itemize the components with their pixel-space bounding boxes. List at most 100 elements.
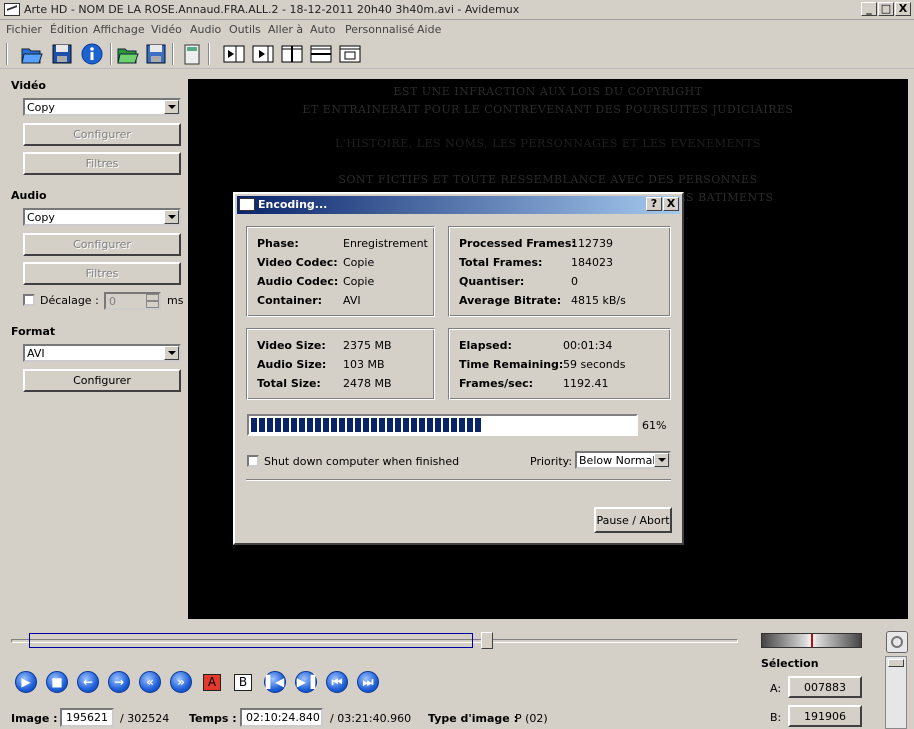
audio-filters-button[interactable]: Filtres (23, 262, 181, 285)
goto-marker-b-button[interactable]: ▶▐ (295, 671, 317, 693)
info-icon[interactable] (80, 42, 104, 66)
spin-down-icon[interactable] (146, 301, 159, 308)
menu-aide[interactable]: Aide (417, 23, 441, 36)
double-right-icon: » (177, 675, 185, 689)
spin-up-icon[interactable] (146, 294, 159, 301)
help-button[interactable]: ? (646, 197, 662, 211)
menu-auto[interactable]: Auto (310, 23, 336, 36)
title-bar: Arte HD - NOM DE LA ROSE.Annaud.FRA.ALL.… (0, 0, 914, 20)
audio-codec-select[interactable]: Copy (23, 208, 181, 226)
container-format-value: AVI (27, 347, 45, 360)
menu-personnalise[interactable]: Personnalisé (345, 23, 414, 36)
total-size-label: Total Size: (257, 377, 321, 390)
previous-frame-button[interactable]: ← (77, 671, 99, 693)
priority-select[interactable]: Below Normal (575, 451, 671, 469)
previous-keyframe-button[interactable]: « (139, 671, 161, 693)
video-size-label: Video Size: (257, 339, 326, 352)
time-group: Elapsed: 00:01:34 Time Remaining: 59 sec… (448, 328, 671, 400)
menu-video[interactable]: Vidéo (151, 23, 182, 36)
stop-button[interactable]: ■ (46, 671, 68, 693)
timeline-slider-thumb[interactable] (481, 632, 493, 649)
selection-b-label: B: (770, 711, 782, 724)
volume-knob-icon[interactable] (886, 631, 908, 653)
avidemux-icon (239, 198, 255, 211)
frame-input[interactable]: 195621 (60, 708, 114, 727)
info-group: Phase: Enregistrement Video Codec: Copie… (246, 226, 435, 317)
previous-black-frame-button[interactable]: ⏮ (326, 671, 348, 693)
encoding-progress-bar (247, 414, 638, 436)
processed-frames-value: 112739 (571, 237, 613, 250)
format-section-label: Format (11, 325, 56, 338)
menu-affichage[interactable]: Affichage (93, 23, 145, 36)
audio-shift-spinbox[interactable]: 0 (104, 292, 161, 310)
maximize-button[interactable]: □ (878, 2, 894, 16)
skip-forward-icon: ⏭ (362, 675, 374, 689)
shutdown-checkbox[interactable] (247, 455, 259, 467)
elapsed-label: Elapsed: (459, 339, 512, 352)
audio-shift-unit: ms (167, 294, 184, 307)
audio-configure-button[interactable]: Configurer (23, 233, 181, 256)
picture-in-picture-icon[interactable] (338, 42, 362, 66)
set-marker-a-button[interactable]: A (203, 674, 221, 691)
open-icon[interactable] (20, 42, 44, 66)
preview-output-icon[interactable] (251, 42, 275, 66)
video-filters-button[interactable]: Filtres (23, 152, 181, 175)
video-codec-select[interactable]: Copy (23, 98, 181, 116)
dialog-title: Encoding... (258, 198, 328, 211)
arrow-right-icon: → (113, 675, 125, 689)
menu-audio[interactable]: Audio (190, 23, 221, 36)
chevron-down-icon[interactable] (164, 210, 179, 224)
selection-a-label: A: (770, 682, 782, 695)
play-button[interactable]: ▶ (15, 671, 37, 693)
pause-abort-button[interactable]: Pause / Abort (594, 507, 672, 533)
processed-frames-label: Processed Frames: (459, 237, 576, 250)
selection-b-button[interactable]: 191906 (788, 705, 862, 727)
double-left-icon: « (146, 675, 154, 689)
chevron-down-icon[interactable] (164, 346, 179, 360)
top-bottom-icon[interactable] (309, 42, 333, 66)
container-label: Container: (257, 294, 323, 307)
audio-shift-checkbox[interactable] (23, 294, 35, 306)
video-configure-button[interactable]: Configurer (23, 123, 181, 146)
next-black-frame-button[interactable]: ⏭ (357, 671, 379, 693)
menu-outils[interactable]: Outils (229, 23, 261, 36)
menu-edition[interactable]: Édition (50, 23, 88, 36)
goto-marker-a-button[interactable]: ▌◀ (264, 671, 286, 693)
close-button[interactable]: X (895, 2, 911, 16)
open-folder-icon[interactable] (116, 42, 140, 66)
save-icon[interactable] (50, 42, 74, 66)
total-frames-label: Total Frames: (459, 256, 543, 269)
next-keyframe-button[interactable]: » (170, 671, 192, 693)
volume-slider[interactable] (885, 656, 907, 729)
toolbar-separator (172, 43, 174, 65)
goto-a-icon: ▌◀ (265, 675, 285, 689)
frame-total: / 302524 (120, 712, 170, 725)
fps-value: 1192.41 (563, 377, 609, 390)
progress-percent: 61% (642, 419, 667, 432)
audio-codec-value: Copy (27, 211, 55, 224)
jog-shuttle[interactable] (761, 633, 862, 648)
volume-slider-thumb[interactable] (888, 659, 904, 667)
chevron-down-icon[interactable] (654, 453, 669, 467)
save-project-icon[interactable] (144, 42, 168, 66)
container-format-select[interactable]: AVI (23, 344, 181, 362)
selection-a-button[interactable]: 007883 (788, 676, 862, 698)
menu-fichier[interactable]: Fichier (6, 23, 42, 36)
calculator-icon[interactable] (180, 42, 204, 66)
menu-aller-a[interactable]: Aller à (268, 23, 303, 36)
minimize-button[interactable]: _ (861, 2, 877, 16)
selection-label: Sélection (761, 657, 819, 670)
time-input[interactable]: 02:10:24.840 (240, 708, 323, 727)
dialog-close-button[interactable]: X (663, 197, 679, 211)
next-frame-button[interactable]: → (108, 671, 130, 693)
side-by-side-icon[interactable] (280, 42, 304, 66)
chevron-down-icon[interactable] (164, 100, 179, 114)
shutdown-label: Shut down computer when finished (264, 455, 460, 468)
jog-marker (811, 634, 813, 647)
arrow-left-icon: ← (82, 675, 94, 689)
preview-input-icon[interactable] (222, 42, 246, 66)
frame-type-value: P (02) (515, 712, 548, 725)
video-text-line: EST UNE INFRACTION AUX LOIS DU COPYRIGHT (393, 85, 703, 98)
format-configure-button[interactable]: Configurer (23, 369, 181, 392)
set-marker-b-button[interactable]: B (234, 674, 252, 691)
